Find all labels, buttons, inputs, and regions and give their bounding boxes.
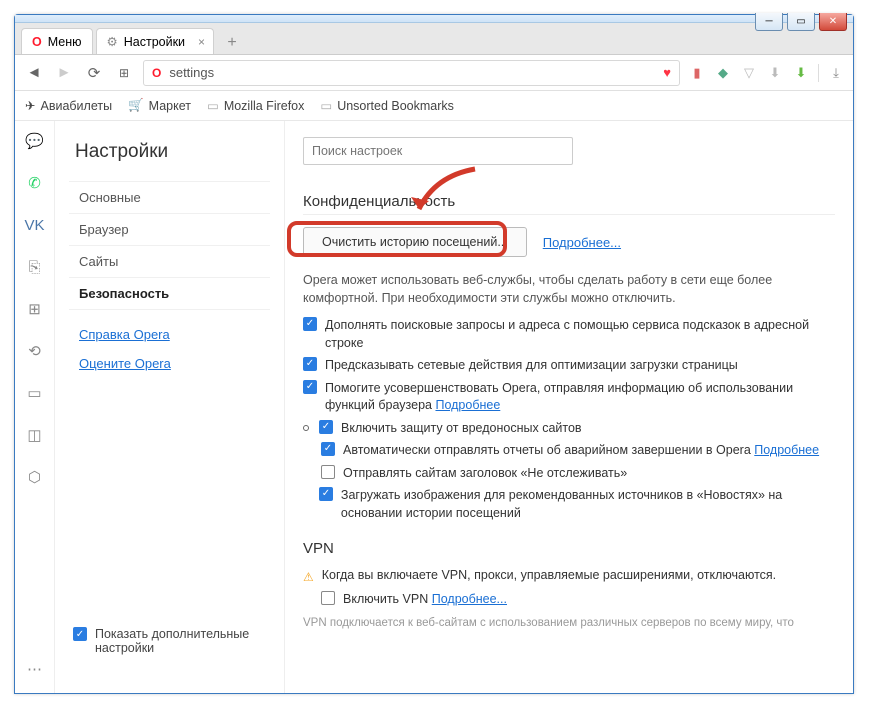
back-button[interactable]: ◄ xyxy=(23,62,45,84)
gear-icon: ⚙ xyxy=(107,34,118,49)
vpn-footnote: VPN подключается к веб-сайтам с использо… xyxy=(303,617,835,629)
close-tab-icon[interactable]: × xyxy=(198,35,205,49)
privacy-header: Конфиденциальность xyxy=(303,193,835,215)
help-link[interactable]: Справка Opera xyxy=(69,320,270,349)
messenger-icon[interactable]: 💬 xyxy=(25,131,45,151)
new-tab-button[interactable]: + xyxy=(220,32,244,54)
privacy-description: Opera может использовать веб-службы, что… xyxy=(303,271,835,307)
reload-button[interactable]: ⟳ xyxy=(83,62,105,84)
window-controls: ─ ▭ ✕ xyxy=(755,13,847,31)
sidebar-item-basic[interactable]: Основные xyxy=(69,181,270,213)
show-advanced-label: Показать дополнительные настройки xyxy=(95,627,266,655)
settings-search[interactable] xyxy=(303,137,573,165)
folder-icon: ▭ xyxy=(207,98,219,113)
ext-icon-4[interactable]: ⬇ xyxy=(766,64,784,82)
tab-settings[interactable]: ⚙ Настройки × xyxy=(96,28,215,54)
clear-history-button[interactable]: Очистить историю посещений... xyxy=(303,227,527,257)
separator xyxy=(818,64,819,82)
opera-o-icon: O xyxy=(32,35,42,49)
checkbox-icon[interactable]: ✓ xyxy=(303,380,317,394)
clear-history-row: Очистить историю посещений... Подробнее.… xyxy=(303,227,835,257)
ext-icon-1[interactable]: ▮ xyxy=(688,64,706,82)
settings-title: Настройки xyxy=(69,141,270,163)
opt-improve[interactable]: ✓ Помогите усовершенствовать Opera, отпр… xyxy=(303,380,835,415)
show-advanced-row[interactable]: ✓ Показать дополнительные настройки xyxy=(69,627,270,673)
app-window: ─ ▭ ✕ O Меню ⚙ Настройки × + ◄ ► ⟳ ⊞ O ♥… xyxy=(14,14,854,694)
vk-icon[interactable]: VK xyxy=(25,215,45,235)
checkbox-icon[interactable]: ✓ xyxy=(303,317,317,331)
ext-icon-5[interactable]: ⬇ xyxy=(792,64,810,82)
heart-icon[interactable]: ♥ xyxy=(663,65,671,80)
vpn-header: VPN xyxy=(303,540,835,557)
maximize-button[interactable]: ▭ xyxy=(787,13,815,31)
news-icon[interactable]: ◫ xyxy=(25,425,45,445)
bookmarks-bar: ✈Авиабилеты 🛒Маркет ▭Mozilla Firefox ▭Un… xyxy=(15,91,853,121)
tab-strip: O Меню ⚙ Настройки × + xyxy=(15,23,853,55)
history-icon[interactable]: ⟲ xyxy=(25,341,45,361)
vpn-warning: ⚠ Когда вы включаете VPN, прокси, управл… xyxy=(303,567,835,586)
opera-menu-button[interactable]: O Меню xyxy=(21,28,93,54)
whatsapp-icon[interactable]: ✆ xyxy=(25,173,45,193)
tab-title: Настройки xyxy=(124,35,185,49)
plane-icon: ✈ xyxy=(25,98,35,113)
minimize-button[interactable]: ─ xyxy=(755,13,783,31)
checkbox-icon[interactable] xyxy=(321,465,335,479)
checkbox-icon[interactable]: ✓ xyxy=(319,420,333,434)
checkbox-icon[interactable]: ✓ xyxy=(303,357,317,371)
opt-enable-vpn[interactable]: Включить VPN Подробнее... xyxy=(303,591,835,609)
menu-label: Меню xyxy=(48,35,82,49)
opera-logo-icon: O xyxy=(152,66,161,80)
warning-icon: ⚠ xyxy=(303,569,314,586)
bookmark-market[interactable]: 🛒Маркет xyxy=(128,98,191,113)
camera-icon[interactable]: ⎘ xyxy=(25,257,45,277)
ext-icon-3[interactable]: ▽ xyxy=(740,64,758,82)
cube-icon[interactable]: ⬡ xyxy=(25,467,45,487)
settings-sidebar: Настройки Основные Браузер Сайты Безопас… xyxy=(55,121,285,693)
bookmark-unsorted[interactable]: ▭Unsorted Bookmarks xyxy=(320,98,454,113)
opt-autocomplete[interactable]: ✓ Дополнять поисковые запросы и адреса с… xyxy=(303,317,835,352)
settings-search-input[interactable] xyxy=(312,144,564,158)
bookmark-rail-icon[interactable]: ▭ xyxy=(25,383,45,403)
rate-link[interactable]: Оцените Opera xyxy=(69,349,270,378)
bookmark-flights[interactable]: ✈Авиабилеты xyxy=(25,98,112,113)
checkbox-icon[interactable] xyxy=(321,591,335,605)
side-rail: 💬 ✆ VK ⎘ ⊞ ⟲ ▭ ◫ ⬡ ⋯ xyxy=(15,121,55,693)
improve-learn-more[interactable]: Подробнее xyxy=(435,398,500,412)
show-advanced-checkbox[interactable]: ✓ xyxy=(73,627,87,641)
titlebar xyxy=(15,15,853,23)
ext-icon-2[interactable]: ◆ xyxy=(714,64,732,82)
address-input[interactable] xyxy=(169,65,655,80)
cart-icon: 🛒 xyxy=(128,98,144,113)
opt-crash-reports[interactable]: ✓ Автоматически отправлять отчеты об ава… xyxy=(303,442,835,460)
forward-button[interactable]: ► xyxy=(53,62,75,84)
address-bar: ◄ ► ⟳ ⊞ O ♥ ▮ ◆ ▽ ⬇ ⬇ ⤓ xyxy=(15,55,853,91)
opt-news-images[interactable]: ✓ Загружать изображения для рекомендован… xyxy=(303,487,835,522)
sidebar-item-security[interactable]: Безопасность xyxy=(69,277,270,309)
content-area: 💬 ✆ VK ⎘ ⊞ ⟲ ▭ ◫ ⬡ ⋯ Настройки Основные … xyxy=(15,121,853,693)
speed-dial-icon[interactable]: ⊞ xyxy=(113,62,135,84)
folder-icon: ▭ xyxy=(320,98,332,113)
sidebar-item-browser[interactable]: Браузер xyxy=(69,213,270,245)
opt-predict[interactable]: ✓ Предсказывать сетевые действия для опт… xyxy=(303,357,835,375)
crash-learn-more[interactable]: Подробнее xyxy=(754,443,819,457)
address-field[interactable]: O ♥ xyxy=(143,60,680,86)
more-rail-icon[interactable]: ⋯ xyxy=(25,659,45,679)
checkbox-icon[interactable]: ✓ xyxy=(319,487,333,501)
close-window-button[interactable]: ✕ xyxy=(819,13,847,31)
checkbox-icon[interactable]: ✓ xyxy=(321,442,335,456)
settings-main: Конфиденциальность Очистить историю посе… xyxy=(285,121,853,693)
sidebar-item-sites[interactable]: Сайты xyxy=(69,245,270,277)
opt-malware[interactable]: ✓ Включить защиту от вредоносных сайтов xyxy=(303,420,835,438)
grid-icon[interactable]: ⊞ xyxy=(25,299,45,319)
vpn-learn-more[interactable]: Подробнее... xyxy=(432,592,507,606)
bookmark-firefox[interactable]: ▭Mozilla Firefox xyxy=(207,98,304,113)
opt-dnt[interactable]: Отправлять сайтам заголовок «Не отслежив… xyxy=(303,465,835,483)
radio-icon xyxy=(303,425,309,431)
privacy-learn-more-link[interactable]: Подробнее... xyxy=(543,235,621,250)
downloads-icon[interactable]: ⤓ xyxy=(827,64,845,82)
